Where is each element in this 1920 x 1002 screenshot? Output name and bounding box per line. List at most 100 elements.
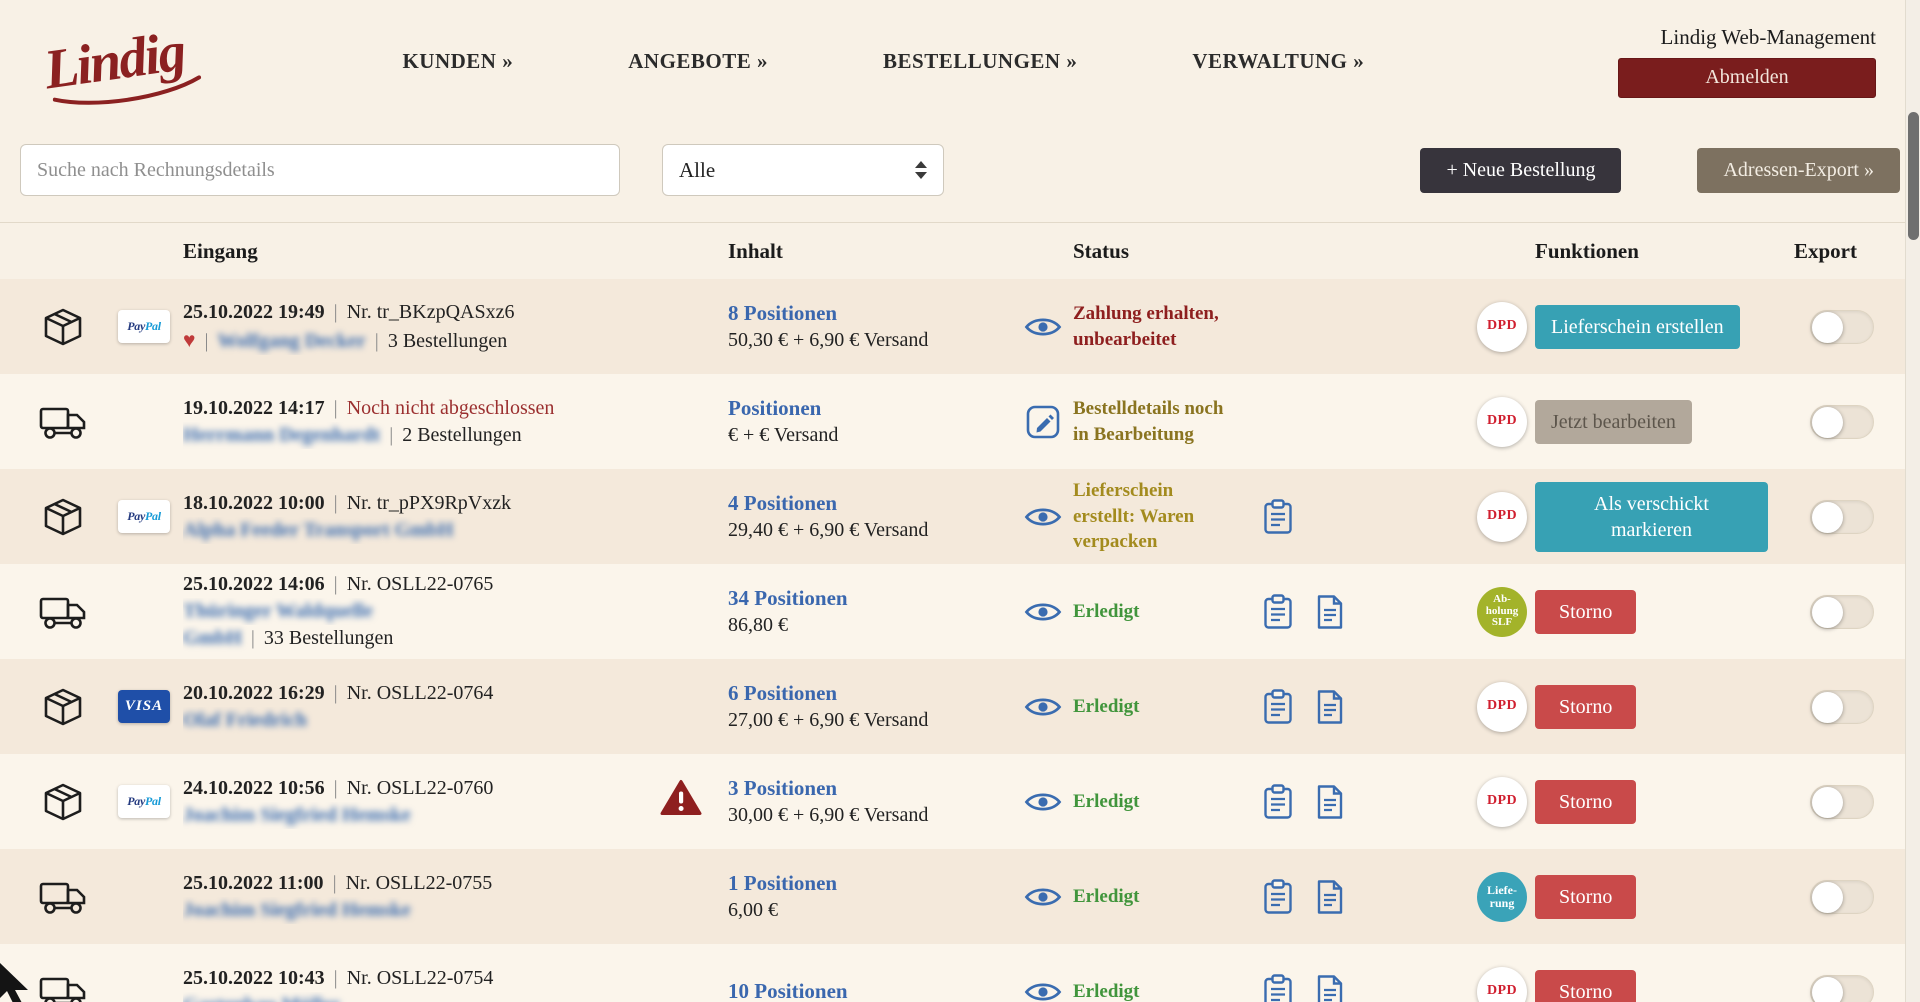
amount-text: 30,00 € + 6,90 € Versand <box>728 802 1013 829</box>
positions-link[interactable]: 34 Positionen <box>728 584 1013 612</box>
package-icon <box>20 781 105 823</box>
action-button[interactable]: Lieferschein erstellen <box>1535 305 1740 349</box>
nav-item-2[interactable]: BESTELLUNGEN » <box>883 49 1077 74</box>
invoice-icon[interactable] <box>1315 974 1345 1002</box>
carrier-badge-line: SLF <box>1492 617 1512 629</box>
action-button[interactable]: Storno <box>1535 970 1636 1002</box>
carrier-cell: Liefe-rung <box>1375 872 1535 922</box>
separator: | <box>251 627 255 649</box>
content-cell: 34 Positionen86,80 € <box>728 584 1013 639</box>
customer-name-redacted[interactable]: Gartenbau Müller <box>183 994 340 1002</box>
export-toggle[interactable] <box>1810 785 1874 819</box>
action-button[interactable]: Jetzt bearbeiten <box>1535 400 1692 444</box>
customer-name-redacted[interactable]: Herrmann Degenhardt <box>183 424 380 446</box>
separator: | <box>334 492 338 514</box>
eye-icon[interactable] <box>1013 885 1073 909</box>
customer-name-redacted[interactable]: Alpha Feeder Transport GmbH <box>183 519 454 541</box>
invoice-icon[interactable] <box>1315 879 1345 915</box>
eye-icon[interactable] <box>1013 315 1073 339</box>
action-button[interactable]: Als verschickt markieren <box>1535 482 1768 552</box>
export-toggle[interactable] <box>1810 880 1874 914</box>
action-button[interactable]: Storno <box>1535 685 1636 729</box>
content-cell: 3 Positionen30,00 € + 6,90 € Versand <box>728 774 1013 829</box>
order-date: 25.10.2022 19:49 <box>183 301 325 323</box>
positions-link[interactable]: Positionen <box>728 394 1013 422</box>
truck-icon <box>20 403 105 441</box>
action-cell: Storno <box>1535 970 1794 1002</box>
eye-icon[interactable] <box>1013 505 1073 529</box>
invoice-icon[interactable] <box>1315 784 1345 820</box>
logout-button[interactable]: Abmelden <box>1618 58 1876 98</box>
clipboard-icon[interactable] <box>1263 974 1293 1002</box>
search-input[interactable] <box>20 144 620 196</box>
export-toggle[interactable] <box>1810 310 1874 344</box>
customer-name-redacted[interactable]: GmbH <box>183 627 242 649</box>
action-button[interactable]: Storno <box>1535 780 1636 824</box>
export-toggle[interactable] <box>1810 595 1874 629</box>
positions-link[interactable]: 4 Positionen <box>728 489 1013 517</box>
filter-select[interactable]: Alle <box>662 144 944 196</box>
lindig-logo[interactable]: Lindig <box>40 20 188 103</box>
carrier-cell: DPD <box>1375 777 1535 827</box>
eye-icon[interactable] <box>1013 695 1073 719</box>
content-cell: 10 Positionen <box>728 977 1013 1002</box>
info-line: ♥|Wolfgang Decker|3 Bestellungen <box>183 326 668 355</box>
positions-link[interactable]: 8 Positionen <box>728 299 1013 327</box>
nav-item-1[interactable]: ANGEBOTE » <box>628 49 768 74</box>
nav-item-0[interactable]: KUNDEN » <box>402 49 513 74</box>
separator: | <box>389 424 393 446</box>
address-export-button[interactable]: Adressen-Export » <box>1697 148 1900 193</box>
action-button[interactable]: Storno <box>1535 590 1636 634</box>
customer-name-redacted[interactable]: Joachim Siegfried Hemske <box>183 899 411 921</box>
clipboard-icon[interactable] <box>1263 784 1293 820</box>
status-text: Erledigt <box>1073 789 1263 815</box>
package-icon <box>20 686 105 728</box>
export-toggle[interactable] <box>1810 975 1874 1002</box>
order-date: 24.10.2022 10:56 <box>183 777 325 799</box>
customer-name-redacted[interactable]: Wolfgang Decker <box>217 330 365 352</box>
order-date: 20.10.2022 16:29 <box>183 682 325 704</box>
clipboard-icon[interactable] <box>1263 879 1293 915</box>
positions-link[interactable]: 6 Positionen <box>728 679 1013 707</box>
toggle-knob <box>1812 597 1843 628</box>
clipboard-icon[interactable] <box>1263 594 1293 630</box>
col-status: Status <box>1073 239 1263 264</box>
positions-link[interactable]: 1 Positionen <box>728 869 1013 897</box>
eye-icon[interactable] <box>1013 980 1073 1002</box>
export-toggle[interactable] <box>1810 500 1874 534</box>
nav-item-3[interactable]: VERWALTUNG » <box>1192 49 1364 74</box>
positions-link[interactable]: 3 Positionen <box>728 774 1013 802</box>
clipboard-icon[interactable] <box>1263 689 1293 725</box>
vertical-scrollbar[interactable] <box>1905 0 1920 1002</box>
customer-name-redacted[interactable]: Thüringer Waldquelle <box>183 600 373 622</box>
order-meta: 2 Bestellungen <box>402 424 521 446</box>
action-cell: Jetzt bearbeiten <box>1535 400 1794 444</box>
carrier-cell: DPD <box>1375 397 1535 447</box>
invoice-icon[interactable] <box>1315 689 1345 725</box>
col-inhalt: Inhalt <box>728 239 1013 264</box>
clipboard-icon[interactable] <box>1263 499 1293 535</box>
order-date: 18.10.2022 10:00 <box>183 492 325 514</box>
export-toggle[interactable] <box>1810 405 1874 439</box>
order-row: 25.10.2022 14:06|Nr. OSLL22-0765Thüringe… <box>0 564 1920 659</box>
invoice-icon[interactable] <box>1315 594 1345 630</box>
info-line: Herrmann Degenhardt | 2 Bestellungen <box>183 422 668 449</box>
action-button[interactable]: Storno <box>1535 875 1636 919</box>
info-line: Alpha Feeder Transport GmbH <box>183 517 668 544</box>
eye-icon[interactable] <box>1013 790 1073 814</box>
eye-icon[interactable] <box>1013 600 1073 624</box>
amount-text: 27,00 € + 6,90 € Versand <box>728 707 1013 734</box>
customer-name-redacted[interactable]: Joachim Siegfried Hemske <box>183 804 411 826</box>
customer-name-redacted[interactable]: Olaf Friedrich <box>183 709 307 731</box>
new-order-button[interactable]: + Neue Bestellung <box>1420 148 1621 193</box>
edit-icon[interactable] <box>1013 405 1073 439</box>
carrier-badge-line: Ab- <box>1493 594 1511 606</box>
order-date: 25.10.2022 11:00 <box>183 872 324 894</box>
export-toggle[interactable] <box>1810 690 1874 724</box>
action-cell: Lieferschein erstellen <box>1535 305 1794 349</box>
positions-link[interactable]: 10 Positionen <box>728 977 1013 1002</box>
scrollbar-thumb[interactable] <box>1908 112 1919 240</box>
carrier-badge-dpd: DPD <box>1477 302 1527 352</box>
carrier-badge-dpd: DPD <box>1477 397 1527 447</box>
carrier-badge-line: rung <box>1490 897 1515 910</box>
